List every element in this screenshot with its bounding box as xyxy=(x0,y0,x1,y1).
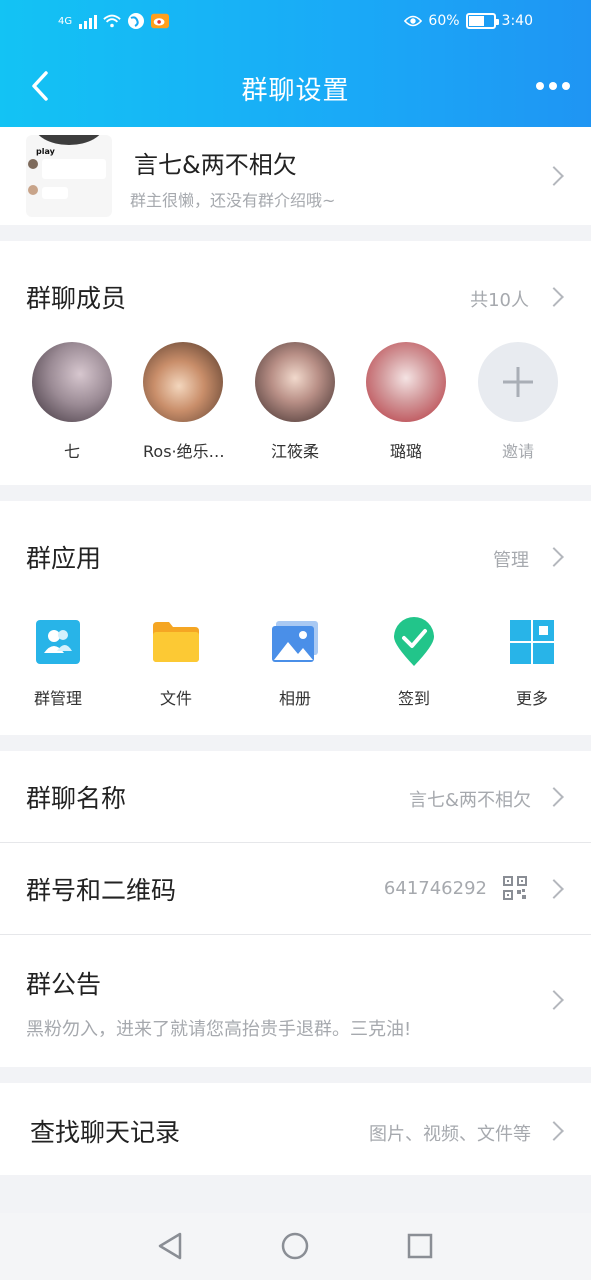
group-name: 言七&两不相欠 xyxy=(134,151,297,179)
search-hint: 图片、视频、文件等 xyxy=(369,1124,531,1145)
group-name-row[interactable]: 群聊名称 言七&两不相欠 xyxy=(0,751,591,842)
member-item[interactable]: 璐璐 xyxy=(366,342,446,462)
row-label: 群聊名称 xyxy=(26,784,127,813)
more-dot-icon xyxy=(536,82,544,90)
status-right: 60% 3:40 xyxy=(404,12,533,30)
app-files[interactable]: 文件 xyxy=(136,617,216,709)
row-label: 群公告 xyxy=(26,970,102,999)
group-settings-section: 群聊名称 言七&两不相欠 群号和二维码 641746292 群公告 黑粉勿入，进… xyxy=(0,751,591,1067)
qr-code-icon xyxy=(503,876,527,900)
chevron-right-icon xyxy=(544,166,564,186)
plus-icon xyxy=(478,342,558,422)
members-section: 群聊成员 共10人 七 Ros·绝乐… 江筱柔 璐璐 邀请 xyxy=(0,241,591,485)
system-nav-bar xyxy=(0,1213,591,1280)
nav-recents-button[interactable] xyxy=(405,1231,435,1261)
eye-icon xyxy=(404,12,423,30)
app-label: 群管理 xyxy=(33,689,82,708)
notice-text: 黑粉勿入，进来了就请您高抬贵手退群。三克油! xyxy=(26,1019,412,1040)
nav-back-button[interactable] xyxy=(155,1231,185,1261)
app-group-manage[interactable]: 群管理 xyxy=(18,617,98,709)
weibo-icon xyxy=(151,12,170,30)
avatar xyxy=(32,342,112,422)
nav-bar: 群聊设置 xyxy=(0,56,591,116)
group-apps-section: 群应用 管理 群管理 文件 相册 签到 更多 xyxy=(0,501,591,735)
group-description: 群主很懒，还没有群介绍哦~ xyxy=(130,191,336,210)
member-name: Ros·绝乐… xyxy=(143,442,225,461)
row-label: 群号和二维码 xyxy=(26,876,177,905)
check-in-icon xyxy=(389,617,439,667)
chevron-right-icon xyxy=(544,1121,564,1141)
more-options-button[interactable] xyxy=(531,68,575,104)
app-label: 文件 xyxy=(159,689,192,708)
app-check-in[interactable]: 签到 xyxy=(374,617,454,709)
app-label: 相册 xyxy=(278,689,311,708)
avatar xyxy=(143,342,223,422)
more-dot-icon xyxy=(549,82,557,90)
invite-label: 邀请 xyxy=(501,442,534,461)
app-label: 签到 xyxy=(397,689,430,708)
globe-icon xyxy=(127,12,145,30)
group-id-value: 641746292 xyxy=(383,878,487,899)
invite-member-button[interactable]: 邀请 xyxy=(478,342,558,462)
avatar xyxy=(255,342,335,422)
photo-album-icon xyxy=(270,617,320,667)
row-label: 查找聊天记录 xyxy=(30,1118,181,1147)
app-more[interactable]: 更多 xyxy=(492,617,572,709)
chevron-right-icon xyxy=(544,287,564,307)
battery-percent: 60% xyxy=(428,13,460,29)
members-count[interactable]: 共10人 xyxy=(470,286,529,312)
more-grid-icon xyxy=(507,617,557,667)
app-label: 更多 xyxy=(515,689,548,708)
member-item[interactable]: 江筱柔 xyxy=(255,342,335,462)
member-name: 璐璐 xyxy=(389,442,422,461)
member-item[interactable]: 七 xyxy=(32,342,112,462)
clock: 3:40 xyxy=(501,13,533,29)
group-manage-icon xyxy=(33,617,83,667)
triangle-back-icon xyxy=(158,1232,182,1260)
member-name: 七 xyxy=(63,442,80,461)
network-type: 4G xyxy=(58,15,73,27)
group-profile-card[interactable]: play 言七&两不相欠 群主很懒，还没有群介绍哦~ xyxy=(0,127,591,225)
group-avatar-text: play xyxy=(36,147,55,156)
search-history-row[interactable]: 查找聊天记录 图片、视频、文件等 xyxy=(0,1083,591,1175)
folder-icon xyxy=(151,617,201,667)
status-bar: 4G 60% 3:40 xyxy=(0,8,591,38)
battery-icon xyxy=(465,13,499,29)
circle-home-icon xyxy=(281,1232,309,1260)
app-album[interactable]: 相册 xyxy=(255,617,335,709)
nav-home-button[interactable] xyxy=(280,1231,310,1261)
chevron-right-icon xyxy=(544,547,564,567)
signal-icon xyxy=(79,13,98,29)
apps-title: 群应用 xyxy=(26,544,102,573)
apps-manage-link[interactable]: 管理 xyxy=(493,546,529,572)
members-title: 群聊成员 xyxy=(26,284,127,313)
member-item[interactable]: Ros·绝乐… xyxy=(143,342,225,462)
header: 4G 60% 3:40 群聊设置 xyxy=(0,0,591,127)
group-id-qr-row[interactable]: 群号和二维码 641746292 xyxy=(0,843,591,934)
group-avatar: play xyxy=(26,135,112,217)
chevron-right-icon xyxy=(544,879,564,899)
chevron-right-icon xyxy=(544,990,564,1010)
chevron-right-icon xyxy=(544,787,564,807)
status-left: 4G xyxy=(58,12,170,30)
more-dot-icon xyxy=(562,82,570,90)
row-value: 言七&两不相欠 xyxy=(408,790,531,811)
member-name: 江筱柔 xyxy=(270,442,319,461)
group-notice-row[interactable]: 群公告 黑粉勿入，进来了就请您高抬贵手退群。三克油! xyxy=(0,935,591,1067)
square-recents-icon xyxy=(407,1233,433,1259)
page-title: 群聊设置 xyxy=(241,76,350,106)
avatar xyxy=(366,342,446,422)
wifi-icon xyxy=(103,12,121,30)
